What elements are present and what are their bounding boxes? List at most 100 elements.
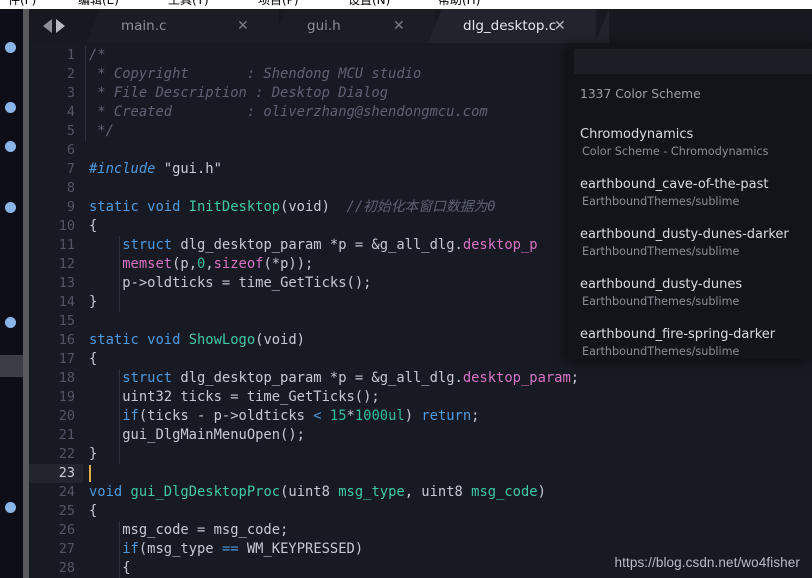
code-token: uint32 ticks = time_GetTicks();: [89, 389, 380, 405]
tab-close-icon[interactable]: ✕: [554, 19, 566, 33]
os-menu-item[interactable]: 工具(T): [168, 0, 209, 8]
tab-close-icon[interactable]: ✕: [237, 19, 249, 33]
line-number: 7: [66, 161, 75, 177]
code-line[interactable]: {: [89, 502, 97, 521]
color-scheme-quick-panel[interactable]: 1337 Color Scheme Chromodynamics Color Sch…: [568, 43, 812, 359]
line-number: 22: [58, 446, 75, 462]
code-line[interactable]: {: [89, 217, 97, 236]
quick-panel-search-input[interactable]: [574, 49, 812, 74]
code-token: ();: [346, 275, 372, 291]
editor-tab[interactable]: gui.h ✕: [272, 9, 435, 43]
line-number: 1: [66, 47, 75, 63]
os-menu-item[interactable]: 帮助(H): [438, 0, 480, 8]
quick-panel-item[interactable]: earthbound_dusty-dunes EarthboundThemes/s…: [568, 274, 812, 312]
code-line[interactable]: }: [89, 445, 97, 464]
code-line[interactable]: * File Description : Desktop Dialog: [89, 84, 388, 103]
code-token: desktop_p: [462, 237, 538, 253]
quick-panel-item[interactable]: Chromodynamics Color Scheme - Chromodynam…: [568, 124, 812, 162]
code-token: memset: [122, 256, 173, 272]
tab-nav-arrows[interactable]: [43, 18, 83, 34]
code-token: (ticks - p->oldticks: [138, 408, 314, 424]
quick-panel-item[interactable]: earthbound_cave-of-the-past EarthboundThe…: [568, 174, 812, 212]
line-number: 20: [58, 408, 75, 424]
code-token: <: [313, 408, 322, 424]
code-token: time_GetTicks: [238, 275, 347, 291]
os-menu-bar[interactable]: 件(F) 编辑(E) 工具(T) 项目(P) 设置(N) 帮助(H): [0, 0, 812, 9]
code-line[interactable]: * Copyright : Shendong MCU studio: [89, 65, 421, 84]
bookmark-dot[interactable]: [5, 102, 16, 113]
bookmark-dot[interactable]: [5, 317, 16, 328]
code-token: ShowLogo: [188, 332, 256, 348]
code-line[interactable]: void gui_DlgDesktopProc(uint8 msg_type, …: [89, 483, 546, 502]
code-token: (void): [255, 332, 305, 348]
code-editor-window: 件(F) 编辑(E) 工具(T) 项目(P) 设置(N) 帮助(H) main.c ✕ gui…: [0, 0, 812, 578]
line-number: 4: [66, 104, 75, 120]
code-line[interactable]: }: [89, 293, 97, 312]
overview-scroll-thumb[interactable]: [0, 355, 23, 377]
code-token: gui_DlgDesktopProc: [130, 484, 281, 500]
quick-panel-item-title: earthbound_dusty-dunes-darker: [580, 227, 789, 242]
code-token: {: [89, 218, 98, 234]
code-line[interactable]: p->oldticks = time_GetTicks();: [89, 274, 371, 293]
code-line[interactable]: msg_code = msg_code;: [89, 521, 288, 540]
line-number: 2: [66, 66, 75, 82]
line-number: 9: [66, 199, 75, 215]
quick-panel-item[interactable]: 1337 Color Scheme: [568, 84, 812, 112]
code-line[interactable]: struct dlg_desktop_param *p = &g_all_dlg…: [89, 369, 579, 388]
code-token: {: [89, 560, 131, 576]
code-line[interactable]: struct dlg_desktop_param *p = &g_all_dlg…: [89, 236, 538, 255]
code-token: */: [89, 123, 114, 139]
code-line[interactable]: uint32 ticks = time_GetTicks();: [89, 388, 380, 407]
code-token: 1000ul: [354, 408, 405, 424]
code-token: (msg_type: [138, 541, 222, 557]
code-token: * Copyright : Shendong MCU studio: [89, 66, 422, 82]
code-line[interactable]: {: [89, 559, 131, 578]
code-token: (void): [280, 199, 330, 215]
code-token: * Created : oliverzhang@shendongmcu.com: [89, 104, 488, 120]
code-token: WM_KEYPRESSED): [238, 541, 364, 557]
quick-panel-item-subtitle: Color Scheme - Chromodynamics: [582, 145, 769, 158]
code-line[interactable]: static void ShowLogo(void): [89, 331, 305, 350]
code-token: gui_DlgMainMenuOpen();: [89, 427, 305, 443]
quick-panel-item[interactable]: earthbound_fire-spring-darker EarthboundT…: [568, 324, 812, 362]
editor-tab[interactable]: main.c ✕: [86, 9, 279, 43]
os-menu-item[interactable]: 设置(N): [348, 0, 390, 8]
code-line[interactable]: if(ticks - p->oldticks < 15*1000ul) retu…: [89, 407, 479, 426]
code-token: {: [89, 351, 98, 367]
tab-close-icon[interactable]: ✕: [393, 19, 405, 33]
code-token: (uint8: [280, 484, 339, 500]
line-number: 27: [58, 541, 75, 557]
code-line[interactable]: */: [89, 122, 114, 141]
bookmark-dot[interactable]: [5, 502, 16, 513]
bookmark-dot[interactable]: [5, 141, 16, 152]
bookmark-gutter[interactable]: [0, 9, 23, 578]
tab-label: main.c: [121, 18, 167, 34]
code-line[interactable]: gui_DlgMainMenuOpen();: [89, 426, 305, 445]
code-line[interactable]: static void InitDesktop(void) //初始化本窗口数据…: [89, 198, 496, 217]
bookmark-dot[interactable]: [5, 202, 16, 213]
code-line[interactable]: #include "gui.h": [89, 160, 222, 179]
code-line[interactable]: * Created : oliverzhang@shendongmcu.com: [89, 103, 488, 122]
code-line[interactable]: /*: [89, 46, 106, 65]
arrow-right-icon[interactable]: [56, 19, 65, 33]
line-number: 19: [58, 389, 75, 405]
os-menu-item[interactable]: 项目(P): [258, 0, 299, 8]
os-menu-item[interactable]: 件(F): [8, 0, 36, 8]
line-number: 8: [66, 180, 75, 196]
bookmark-dot[interactable]: [5, 42, 16, 53]
quick-panel-item[interactable]: earthbound_dusty-dunes-darker EarthboundT…: [568, 224, 812, 262]
os-menu-item[interactable]: 编辑(E): [78, 0, 119, 8]
line-number: 15: [58, 313, 75, 329]
line-number-gutter: 1 2 3 4 5 6 7 8 9 10 11 12 13 14 15 16 17 18 19 20 21 22 23 24 2…: [29, 43, 83, 578]
code-token: ): [404, 408, 422, 424]
code-line[interactable]: {: [89, 350, 97, 369]
code-token: msg_code: [471, 484, 538, 500]
code-line[interactable]: if(msg_type == WM_KEYPRESSED): [89, 540, 363, 559]
tab-label: gui.h: [307, 18, 341, 34]
arrow-left-icon[interactable]: [43, 19, 52, 33]
code-line[interactable]: memset(p,0,sizeof(*p));: [89, 255, 313, 274]
editor-tab[interactable]: dlg_desktop.c ✕: [428, 9, 596, 43]
